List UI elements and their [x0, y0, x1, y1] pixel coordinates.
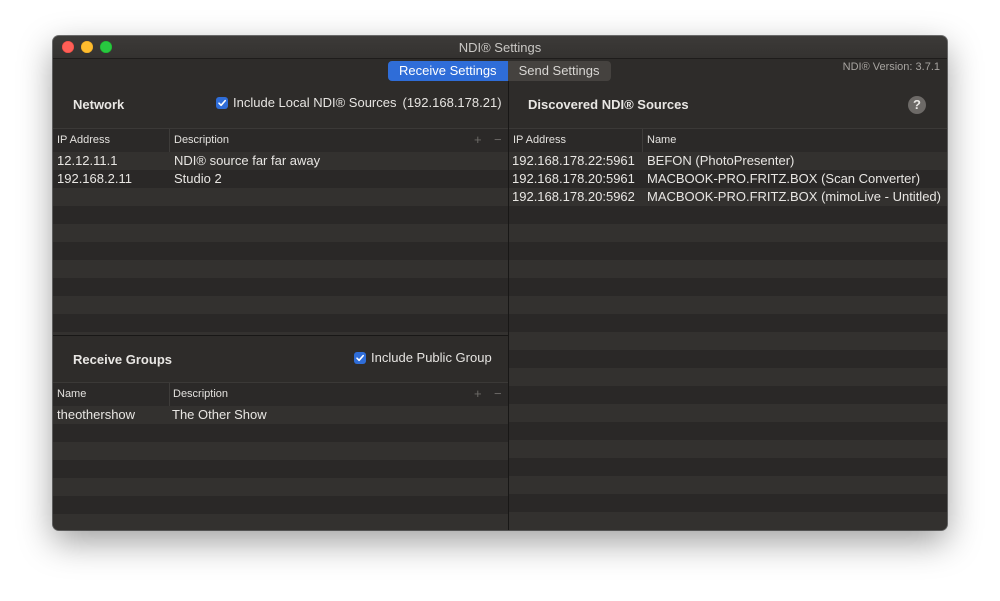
empty-row [509, 206, 947, 224]
empty-row [509, 458, 947, 476]
empty-row [53, 296, 508, 314]
empty-row [53, 260, 508, 278]
name-cell: MACBOOK-PRO.FRITZ.BOX (mimoLive - Untitl… [647, 189, 941, 204]
empty-row [509, 368, 947, 386]
empty-row [53, 278, 508, 296]
tab-send-settings[interactable]: Send Settings [507, 61, 611, 81]
checkbox-checked-icon [354, 351, 366, 364]
empty-row [509, 296, 947, 314]
receive-groups-title: Receive Groups [73, 352, 172, 367]
table-row[interactable]: 192.168.2.11 Studio 2 [53, 170, 508, 188]
column-separator [169, 383, 170, 406]
empty-row [509, 242, 947, 260]
empty-row [509, 404, 947, 422]
tab-receive-settings[interactable]: Receive Settings [388, 61, 508, 81]
column-header-name[interactable]: Name [57, 388, 86, 400]
ndi-settings-window: NDI® Settings Receive Settings Send Sett… [53, 36, 947, 530]
version-label: NDI® Version: 3.7.1 [842, 61, 940, 73]
right-pane: Discovered NDI® Sources ? IP Address Nam… [509, 81, 947, 530]
groups-column-header: Name Description + − [53, 382, 508, 407]
name-cell: theothershow [57, 407, 136, 422]
table-row[interactable]: theothershow The Other Show [53, 406, 508, 424]
include-public-group-label: Include Public Group [371, 350, 492, 365]
discovered-title: Discovered NDI® Sources [528, 97, 689, 112]
table-row[interactable]: 12.12.11.1 NDI® source far far away [53, 152, 508, 170]
column-header-ip-address[interactable]: IP Address [513, 134, 566, 146]
include-public-group-checkbox[interactable]: Include Public Group [354, 350, 492, 365]
discovered-table: 192.168.178.22:5961 BEFON (PhotoPresente… [509, 152, 947, 530]
discovered-header: Discovered NDI® Sources ? [509, 81, 947, 128]
empty-row [509, 278, 947, 296]
column-header-description[interactable]: Description [173, 388, 228, 400]
empty-row [509, 476, 947, 494]
description-cell: Studio 2 [174, 171, 222, 186]
checkbox-checked-icon [216, 96, 228, 109]
toolbar: Receive Settings Send Settings NDI® Vers… [53, 59, 947, 81]
empty-row [53, 224, 508, 242]
network-column-header: IP Address Description + − [53, 128, 508, 153]
include-local-sources-label: Include Local NDI® Sources [233, 95, 397, 110]
empty-row [53, 514, 508, 530]
empty-row [509, 494, 947, 512]
empty-row [509, 386, 947, 404]
empty-row [53, 496, 508, 514]
empty-row [53, 442, 508, 460]
add-network-source-button[interactable]: + [474, 132, 482, 147]
network-header: Network Include Local NDI® Sources (192.… [53, 81, 508, 128]
empty-row [509, 422, 947, 440]
empty-row [509, 260, 947, 278]
table-row[interactable]: 192.168.178.20:5962 MACBOOK-PRO.FRITZ.BO… [509, 188, 947, 206]
empty-row [509, 224, 947, 242]
local-ip-label: (192.168.178.21) [402, 95, 502, 110]
network-table: 12.12.11.1 NDI® source far far away 192.… [53, 152, 508, 335]
title-bar: NDI® Settings [53, 36, 947, 59]
groups-table: theothershow The Other Show [53, 406, 508, 530]
receive-groups-header: Receive Groups Include Public Group [53, 336, 508, 382]
ip-cell: 192.168.178.20:5962 [512, 189, 635, 204]
ip-cell: 192.168.178.22:5961 [512, 153, 635, 168]
empty-row [53, 206, 508, 224]
column-separator [169, 129, 170, 152]
ip-cell: 192.168.178.20:5961 [512, 171, 635, 186]
empty-row [53, 478, 508, 496]
empty-row [53, 242, 508, 260]
table-row[interactable]: 192.168.178.20:5961 MACBOOK-PRO.FRITZ.BO… [509, 170, 947, 188]
table-row[interactable]: 192.168.178.22:5961 BEFON (PhotoPresente… [509, 152, 947, 170]
name-cell: MACBOOK-PRO.FRITZ.BOX (Scan Converter) [647, 171, 921, 186]
window-title: NDI® Settings [458, 40, 542, 55]
discovered-column-header: IP Address Name [509, 128, 947, 153]
empty-row [53, 460, 508, 478]
empty-row [53, 424, 508, 442]
include-local-sources-checkbox[interactable]: Include Local NDI® Sources (192.168.178.… [216, 95, 502, 110]
empty-row [509, 332, 947, 350]
column-header-ip-address[interactable]: IP Address [57, 134, 110, 146]
ip-cell: 12.12.11.1 [57, 153, 118, 168]
empty-row [53, 314, 508, 332]
help-icon[interactable]: ? [908, 96, 926, 114]
description-cell: The Other Show [172, 407, 267, 422]
description-cell: NDI® source far far away [174, 153, 321, 168]
network-title: Network [73, 97, 125, 112]
column-header-name[interactable]: Name [647, 134, 676, 146]
remove-group-button[interactable]: − [494, 386, 502, 401]
remove-network-source-button[interactable]: − [494, 132, 502, 147]
empty-row [53, 188, 508, 206]
tab-bar: Receive Settings Send Settings [388, 61, 611, 81]
empty-row [509, 512, 947, 530]
column-header-description[interactable]: Description [174, 134, 229, 146]
left-pane: Network Include Local NDI® Sources (192.… [53, 81, 508, 530]
empty-row [509, 350, 947, 368]
empty-row [509, 440, 947, 458]
column-separator [642, 129, 643, 152]
empty-row [509, 314, 947, 332]
name-cell: BEFON (PhotoPresenter) [647, 153, 795, 168]
add-group-button[interactable]: + [474, 386, 482, 401]
ip-cell: 192.168.2.11 [57, 171, 132, 186]
